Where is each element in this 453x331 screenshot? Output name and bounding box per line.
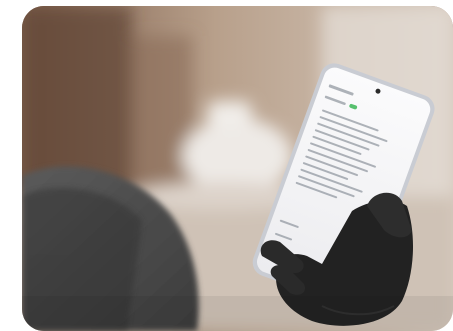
bottom-shade (22, 296, 453, 331)
photo (22, 6, 453, 331)
photo-scene (22, 6, 453, 331)
